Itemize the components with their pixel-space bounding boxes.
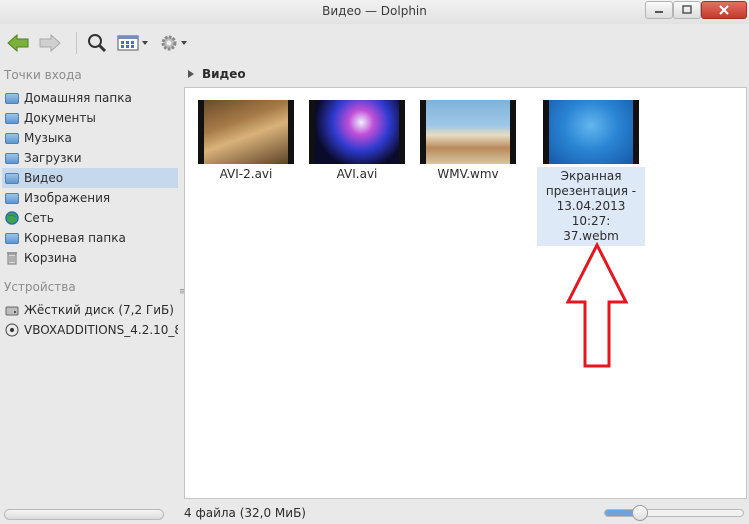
sidebar-item-home[interactable]: Домашняя папка bbox=[2, 88, 178, 108]
back-button[interactable] bbox=[4, 30, 32, 56]
icon-view-icon bbox=[117, 35, 148, 51]
sidebar-item-label: Корневая папка bbox=[24, 231, 126, 245]
devices-header: Устройства bbox=[4, 280, 76, 294]
minimize-button[interactable] bbox=[645, 1, 673, 19]
close-button[interactable] bbox=[701, 1, 747, 19]
file-item[interactable]: AVI-2.avi bbox=[192, 100, 300, 182]
sidebar-item-pictures[interactable]: Изображения bbox=[2, 188, 178, 208]
sidebar-item-root[interactable]: Корневая папка bbox=[2, 228, 178, 248]
breadcrumb-arrow-icon[interactable] bbox=[188, 70, 194, 78]
sidebar-horizontal-scrollbar[interactable] bbox=[4, 509, 164, 520]
panel-resize-grip[interactable]: ≡ bbox=[179, 288, 187, 297]
sidebar-item-label: Корзина bbox=[24, 251, 77, 265]
sidebar-item-label: Сеть bbox=[24, 211, 54, 225]
network-globe-icon bbox=[5, 211, 19, 225]
file-item[interactable]: WMV.wmv bbox=[414, 100, 522, 182]
sidebar-item-label: Жёсткий диск (7,2 ГиБ) bbox=[24, 303, 174, 317]
breadcrumb-current[interactable]: Видео bbox=[202, 67, 246, 81]
file-name: AVI-2.avi bbox=[219, 167, 273, 181]
documents-folder-icon bbox=[5, 111, 19, 125]
sidebar-item-network[interactable]: Сеть bbox=[2, 208, 178, 228]
minimize-icon bbox=[655, 11, 663, 13]
close-icon bbox=[719, 5, 729, 15]
video-thumbnail bbox=[543, 100, 639, 164]
annotation-arrow-icon bbox=[565, 242, 629, 368]
breadcrumb: Видео bbox=[184, 62, 749, 86]
maximize-button[interactable] bbox=[673, 1, 701, 19]
view-mode-button[interactable] bbox=[116, 30, 152, 56]
status-text: 4 файла (32,0 МиБ) bbox=[184, 506, 306, 520]
hard-disk-icon bbox=[5, 303, 19, 317]
zoom-slider-handle[interactable] bbox=[632, 505, 648, 521]
forward-arrow-icon bbox=[39, 33, 61, 53]
video-thumbnail bbox=[309, 100, 405, 164]
places-panel: Точки входа Домашняя папка Документы Муз… bbox=[0, 62, 187, 504]
sidebar-item-trash[interactable]: Корзина bbox=[2, 248, 178, 268]
optical-disc-icon bbox=[5, 323, 19, 337]
sidebar-item-optical-disc[interactable]: VBOXADDITIONS_4.2.10_84 bbox=[2, 320, 178, 340]
sidebar-item-hard-disk[interactable]: Жёсткий диск (7,2 ГиБ) bbox=[2, 300, 178, 320]
window-title: Видео — Dolphin bbox=[322, 4, 427, 18]
maximize-icon bbox=[682, 5, 692, 14]
file-name: WMV.wmv bbox=[437, 167, 499, 181]
sidebar-item-label: Видео bbox=[24, 171, 64, 185]
status-bar: 4 файла (32,0 МиБ) bbox=[184, 504, 749, 524]
sidebar-item-videos[interactable]: Видео bbox=[2, 168, 178, 188]
sidebar-item-label: Домашняя папка bbox=[24, 91, 132, 105]
search-button[interactable] bbox=[84, 30, 110, 56]
file-name: AVI.avi bbox=[336, 167, 378, 181]
sidebar-item-label: Изображения bbox=[24, 191, 111, 205]
music-folder-icon bbox=[5, 131, 19, 145]
settings-button[interactable] bbox=[158, 30, 192, 56]
file-view[interactable]: AVI-2.avi AVI.avi WMV.wmv Экранная презе… bbox=[184, 87, 747, 499]
video-thumbnail bbox=[198, 100, 294, 164]
toolbar bbox=[0, 24, 749, 62]
trash-icon bbox=[5, 251, 19, 265]
sidebar-item-label: Музыка bbox=[24, 131, 72, 145]
file-item[interactable]: AVI.avi bbox=[303, 100, 411, 182]
zoom-slider[interactable] bbox=[604, 505, 744, 521]
sidebar-item-downloads[interactable]: Загрузки bbox=[2, 148, 178, 168]
search-icon bbox=[88, 34, 107, 53]
places-header: Точки входа bbox=[4, 68, 82, 82]
videos-folder-icon bbox=[5, 171, 19, 185]
sidebar-item-label: VBOXADDITIONS_4.2.10_84 bbox=[24, 323, 178, 337]
toolbar-separator bbox=[76, 32, 77, 54]
gear-icon bbox=[161, 35, 187, 51]
video-thumbnail bbox=[420, 100, 516, 164]
back-arrow-icon bbox=[7, 33, 29, 53]
pictures-folder-icon bbox=[5, 191, 19, 205]
title-bar: Видео — Dolphin bbox=[0, 0, 749, 24]
sidebar-item-label: Документы bbox=[24, 111, 96, 125]
home-folder-icon bbox=[5, 91, 19, 105]
downloads-folder-icon bbox=[5, 151, 19, 165]
sidebar-item-documents[interactable]: Документы bbox=[2, 108, 178, 128]
file-name-selected: Экранная презентация - 13.04.2013 10:27:… bbox=[537, 167, 645, 246]
file-item-selected[interactable]: Экранная презентация - 13.04.2013 10:27:… bbox=[537, 100, 645, 246]
sidebar-item-music[interactable]: Музыка bbox=[2, 128, 178, 148]
forward-button[interactable] bbox=[36, 30, 64, 56]
sidebar-item-label: Загрузки bbox=[24, 151, 82, 165]
root-folder-icon bbox=[5, 231, 19, 245]
